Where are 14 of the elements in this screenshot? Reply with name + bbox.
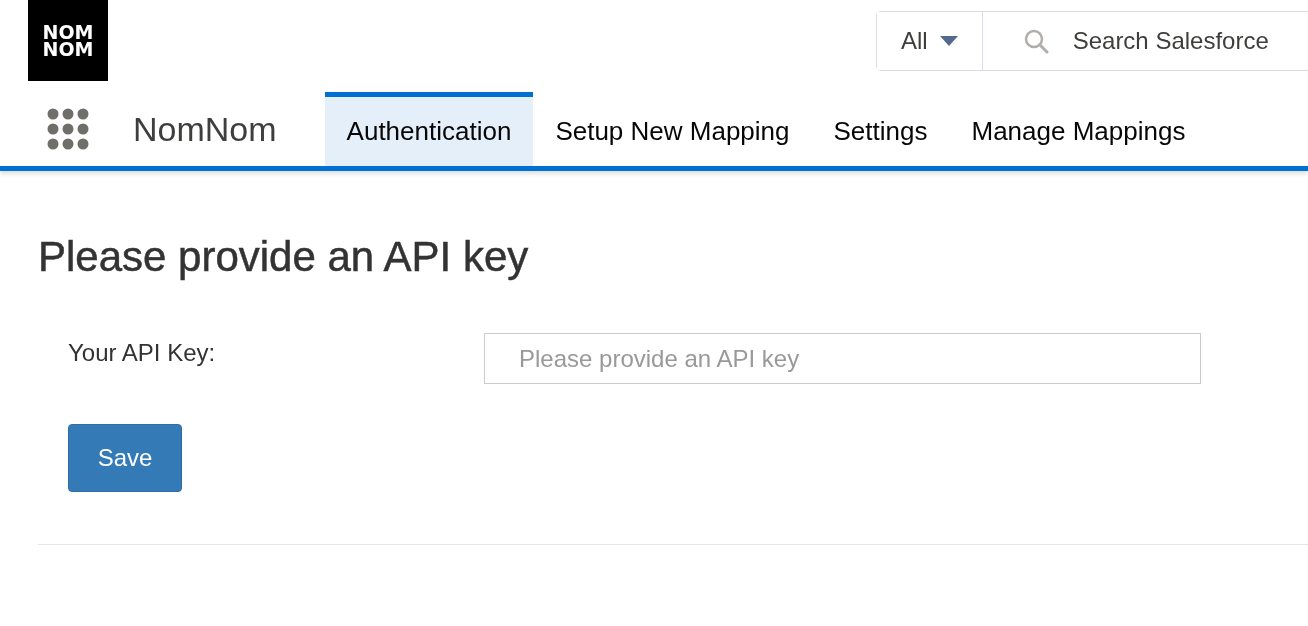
app-name: NomNom xyxy=(133,109,277,149)
nav-tab[interactable]: Setup New Mapping xyxy=(533,92,812,166)
scope-dropdown[interactable]: All xyxy=(877,12,983,70)
field-label: Your API Key: xyxy=(68,338,217,368)
search-icon xyxy=(1022,28,1049,54)
nav-tab[interactable]: Settings xyxy=(811,92,950,166)
page-heading: Please provide an API key xyxy=(38,233,530,281)
save-button[interactable]: Save xyxy=(68,424,182,492)
nav-tab[interactable]: Manage Mappings xyxy=(949,92,1208,166)
caret-icon xyxy=(939,36,958,46)
logo: NOM NOM xyxy=(28,0,108,81)
api-key-field[interactable]: Please provide an API key xyxy=(484,333,1201,384)
app-launcher-icon[interactable] xyxy=(47,108,89,150)
nav-tab[interactable]: Authentication xyxy=(324,92,534,166)
